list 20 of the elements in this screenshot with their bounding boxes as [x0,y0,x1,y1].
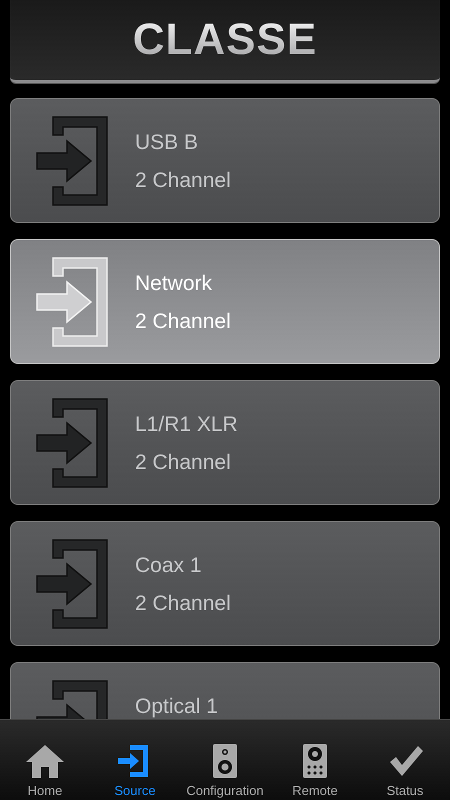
tab[interactable]: Configuration [180,720,270,800]
source-item[interactable]: Coax 1 2 Channel [10,521,440,646]
tab[interactable]: Remote [270,720,360,800]
channel-format: 2 Channel [135,310,231,334]
source-name: Coax 1 [135,554,203,578]
source-name: USB B [135,131,200,155]
channel-format: 2 Channel [135,169,231,193]
channel-format: 2 Channel [135,592,231,616]
channel-format: 2 Channel [135,451,232,475]
tab[interactable]: Source [90,720,180,800]
home-icon [25,743,65,779]
source-name: Optical 1 [135,695,218,719]
source-name: L1/R1 XLR [135,413,238,437]
source-item[interactable]: L1/R1 XLR 2 Channel [10,380,440,505]
source-item[interactable]: Network 2 Channel [10,239,440,364]
source-item[interactable]: USB B 2 Channel [10,98,440,223]
source-item[interactable]: Optical 1 [10,662,440,719]
tab[interactable]: Home [0,720,90,800]
tab[interactable]: Status [360,720,450,800]
source-name: Network [135,272,214,296]
